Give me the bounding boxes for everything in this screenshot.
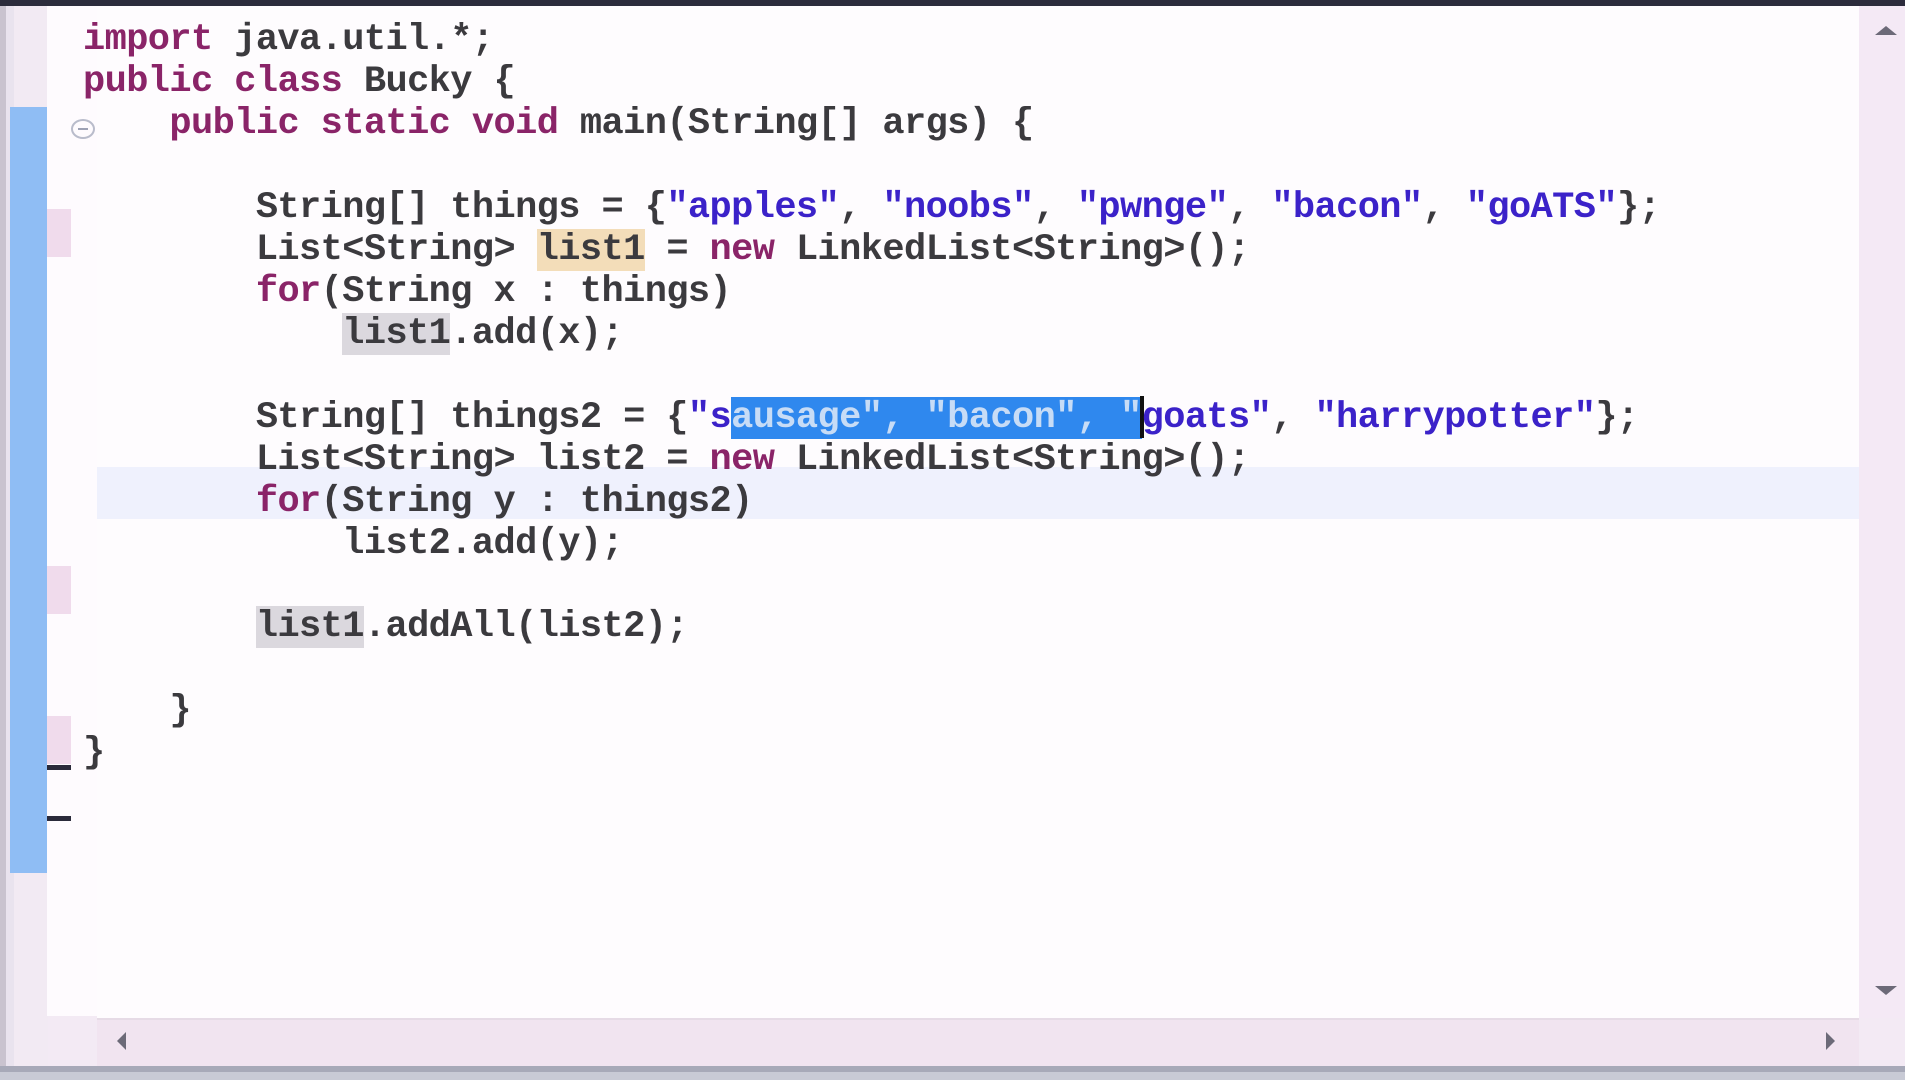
code-token: java.util.*;: [212, 19, 494, 61]
code-token: ,: [1422, 187, 1466, 229]
code-token: main(String[] args) {: [558, 103, 1034, 145]
string-literal: "s: [687, 397, 732, 439]
reference-highlight: list1: [255, 606, 364, 648]
code-token: list2.add(y);: [83, 523, 624, 565]
vertical-scrollbar[interactable]: [1859, 6, 1905, 1018]
code-token: }: [83, 690, 192, 732]
occurrence-marker[interactable]: [47, 566, 71, 614]
keyword: class: [234, 61, 343, 103]
string-literal: "pwnge": [1076, 187, 1229, 229]
keyword: new: [709, 229, 775, 271]
occurrence-highlight: list1: [536, 229, 645, 271]
code-token: String[] things = {: [83, 187, 667, 229]
code-token: }: [83, 732, 105, 774]
string-literal: "noobs": [882, 187, 1034, 229]
arrow-right-icon[interactable]: [1826, 1032, 1835, 1050]
code-line[interactable]: list1.add(x);: [83, 309, 624, 359]
arrow-down-icon[interactable]: [1875, 986, 1897, 995]
code-token: List<String> list2 =: [83, 439, 710, 481]
selection: ausage", "bacon", ": [731, 397, 1142, 439]
code-editor[interactable]: import java.util.*; public class Bucky { …: [83, 6, 1859, 1018]
code-token: String[] things2 = {: [83, 397, 689, 439]
overview-ruler-range-indicator[interactable]: [10, 107, 47, 873]
code-line[interactable]: list2.add(y);: [83, 519, 623, 569]
keyword: public: [169, 103, 300, 145]
keyword: for: [255, 271, 321, 313]
keyword: import: [83, 19, 213, 61]
string-literal: "goATS": [1465, 187, 1618, 229]
code-token: ,: [839, 187, 883, 229]
arrow-up-icon[interactable]: [1875, 26, 1897, 35]
code-line[interactable]: public static void main(String[] args) {: [83, 99, 1034, 149]
string-literal: "harrypotter": [1314, 397, 1596, 439]
code-token: ,: [1033, 187, 1077, 229]
code-token: ,: [1271, 397, 1315, 439]
code-token: LinkedList<String>();: [774, 439, 1250, 481]
arrow-left-icon[interactable]: [117, 1032, 126, 1050]
code-token: };: [1616, 187, 1661, 229]
code-token: };: [1595, 397, 1639, 439]
code-token: ,: [1228, 187, 1272, 229]
code-line[interactable]: list1.addAll(list2);: [83, 602, 689, 652]
warning-marker[interactable]: [47, 816, 71, 821]
warning-marker[interactable]: [47, 765, 71, 770]
code-token: (String y : things2): [320, 481, 754, 523]
string-literal: "apples": [666, 187, 840, 229]
code-token: .add(x);: [450, 313, 624, 355]
reference-highlight: list1: [342, 313, 451, 355]
code-token: .addAll(list2);: [363, 606, 689, 648]
keyword: for: [255, 481, 321, 523]
keyword: public: [83, 61, 213, 103]
keyword: void: [471, 103, 559, 145]
keyword: static: [320, 103, 451, 145]
occurrence-marker[interactable]: [47, 716, 71, 764]
code-line[interactable]: }: [83, 728, 105, 778]
code-token: (String x : things): [320, 271, 732, 313]
code-token: =: [644, 229, 710, 271]
window-bottom-frame-edge: [0, 1072, 1905, 1080]
keyword: new: [709, 439, 775, 481]
occurrence-marker[interactable]: [47, 209, 71, 257]
horizontal-scrollbar[interactable]: [97, 1018, 1859, 1066]
code-token: LinkedList<String>();: [774, 229, 1250, 271]
string-literal: "bacon": [1271, 187, 1423, 229]
code-token: Bucky {: [342, 61, 516, 103]
string-literal: goats": [1141, 397, 1272, 439]
code-token: List<String>: [83, 229, 537, 271]
